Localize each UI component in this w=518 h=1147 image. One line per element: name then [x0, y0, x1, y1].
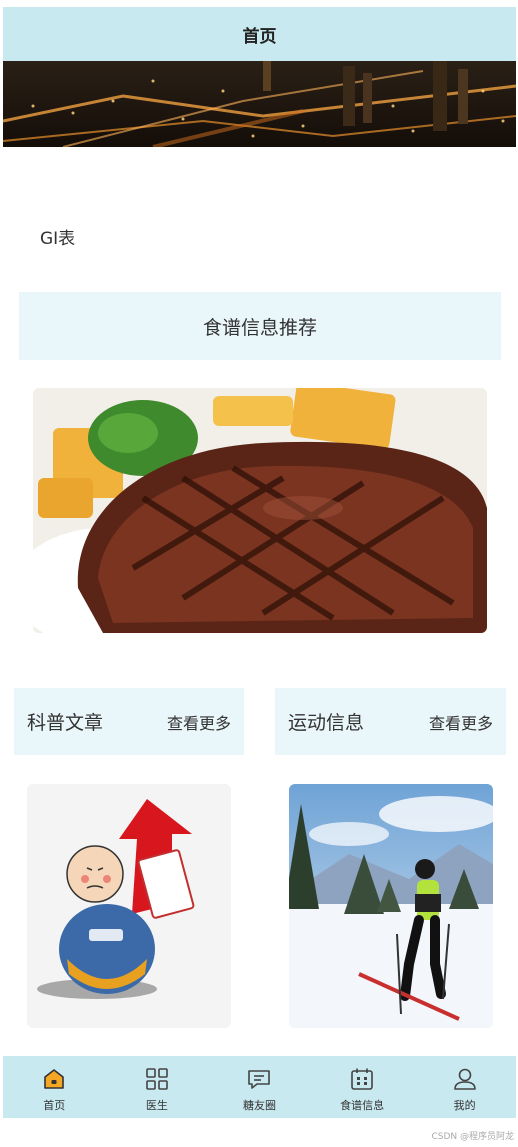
tab-home[interactable]: 首页 — [3, 1056, 106, 1118]
recipe-image[interactable] — [33, 388, 487, 633]
message-icon — [248, 1070, 271, 1089]
tab-home-label: 首页 — [43, 1099, 66, 1112]
tab-doctor-label: 医生 — [145, 1099, 168, 1112]
tab-profile[interactable]: 我的 — [413, 1056, 516, 1118]
exercise-info-title: 运动信息 — [288, 712, 365, 734]
recipe-section-header: 食谱信息推荐 — [19, 292, 501, 360]
home-icon — [44, 1069, 65, 1089]
steak-photo — [33, 388, 487, 633]
bottom-tab-bar: 首页 医生 糖友圈 食谱信息 我的 — [3, 1056, 516, 1118]
tab-community-label: 糖友圈 — [242, 1099, 276, 1112]
science-articles-more-link[interactable]: 查看更多 — [167, 710, 231, 734]
gi-table-link[interactable]: GI表 — [40, 224, 75, 249]
science-article-image[interactable] — [27, 784, 231, 1028]
banner-image[interactable] — [3, 61, 516, 147]
user-icon — [453, 1068, 476, 1090]
science-articles-card[interactable]: 科普文章 查看更多 — [14, 688, 244, 755]
page-title: 首页 — [242, 26, 277, 47]
tab-recipes[interactable]: 食谱信息 — [311, 1056, 414, 1118]
cartoon-blood-sugar-illustration — [27, 784, 231, 1028]
tab-community[interactable]: 糖友圈 — [208, 1056, 311, 1118]
exercise-info-more-link[interactable]: 查看更多 — [429, 710, 493, 734]
science-articles-title: 科普文章 — [27, 712, 104, 734]
skier-photo — [289, 784, 493, 1028]
calendar-icon — [351, 1068, 373, 1090]
tab-recipes-label: 食谱信息 — [340, 1099, 385, 1112]
watermark: CSDN @程序员阿龙 — [431, 1132, 514, 1142]
recipe-section-title: 食谱信息推荐 — [202, 316, 317, 339]
city-night-banner — [3, 61, 516, 147]
exercise-info-card[interactable]: 运动信息 查看更多 — [275, 688, 506, 755]
tab-doctor[interactable]: 医生 — [106, 1056, 209, 1118]
grid-icon — [146, 1068, 168, 1090]
exercise-info-image[interactable] — [289, 784, 493, 1028]
tab-profile-label: 我的 — [453, 1099, 476, 1112]
top-nav-bar: 首页 — [3, 7, 516, 61]
